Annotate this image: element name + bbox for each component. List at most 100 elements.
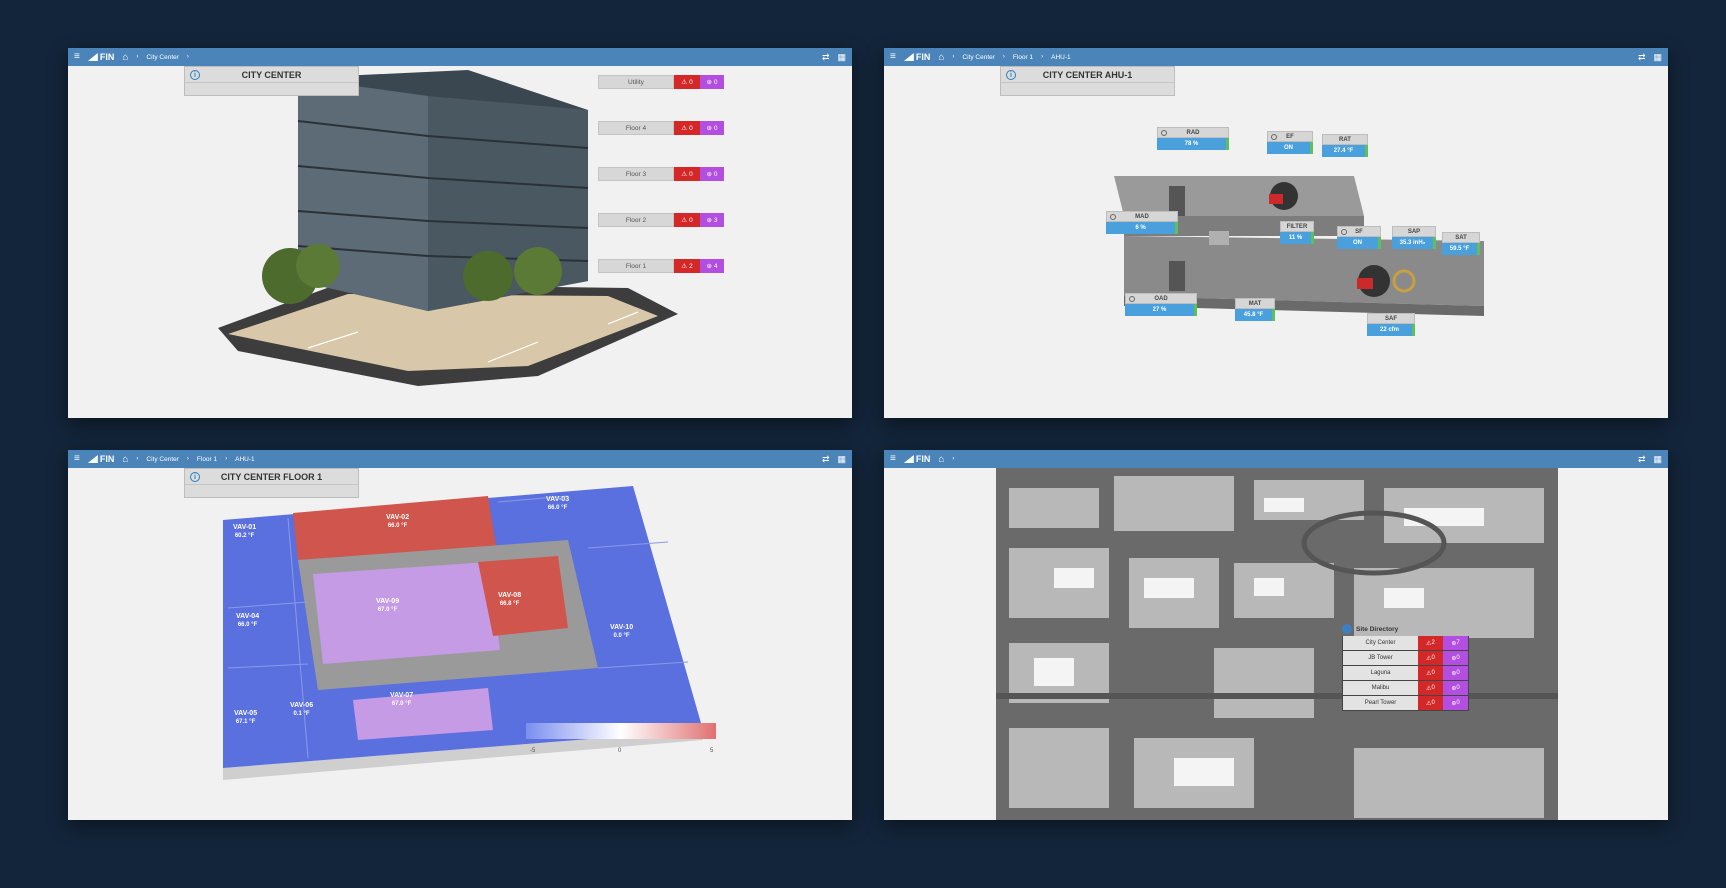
point-value[interactable]: 45.8 °F xyxy=(1235,309,1275,321)
event-badge[interactable]: ⊛ 3 xyxy=(700,213,724,227)
refresh-icon[interactable]: ⇄ xyxy=(1638,52,1646,63)
alarm-badge[interactable]: ⚠ 0 xyxy=(1418,681,1443,695)
site-name[interactable]: JB Tower xyxy=(1343,651,1418,665)
breadcrumb-floor-1[interactable]: Floor 1 xyxy=(1013,54,1033,61)
point-oad[interactable]: OAD 27 % xyxy=(1125,293,1197,316)
breadcrumb-city-center[interactable]: City Center xyxy=(146,456,179,463)
point-value[interactable]: 6 % xyxy=(1106,222,1178,234)
floor-row-utility[interactable]: Utility ⚠ 0 ⊛ 0 xyxy=(598,75,724,89)
point-sap[interactable]: SAP 35.3 inH₂ xyxy=(1392,226,1436,249)
site-name[interactable]: Laguna xyxy=(1343,666,1418,680)
menu-icon[interactable]: ≡ xyxy=(74,52,80,62)
refresh-icon[interactable]: ⇄ xyxy=(822,52,830,63)
alarm-badge[interactable]: ⚠ 0 xyxy=(1418,696,1443,710)
point-value[interactable]: 59.5 °F xyxy=(1442,243,1480,255)
point-sf[interactable]: SF ON xyxy=(1337,226,1381,249)
grid-icon[interactable]: ▦ xyxy=(837,454,846,465)
event-badge[interactable]: ⊛ 0 xyxy=(1443,651,1468,665)
fin-logo[interactable]: FIN xyxy=(903,454,930,464)
point-value[interactable]: 27 % xyxy=(1125,304,1197,316)
event-badge[interactable]: ⊛ 0 xyxy=(700,121,724,135)
event-badge[interactable]: ⊛ 0 xyxy=(700,75,724,89)
event-badge[interactable]: ⊛ 4 xyxy=(700,259,724,273)
point-value[interactable]: ON xyxy=(1267,142,1313,154)
alarm-badge[interactable]: ⚠ 0 xyxy=(674,75,700,89)
floor-row-floor-4[interactable]: Floor 4 ⚠ 0 ⊛ 0 xyxy=(598,121,724,135)
vav-03-zone[interactable]: VAV-03 66.0 °F xyxy=(546,496,569,512)
site-row-malibu[interactable]: Malibu ⚠ 0 ⊛ 0 xyxy=(1342,681,1469,696)
event-badge[interactable]: ⊛ 0 xyxy=(1443,696,1468,710)
floor-row-floor-2[interactable]: Floor 2 ⚠ 0 ⊛ 3 xyxy=(598,213,724,227)
event-badge[interactable]: ⊛ 0 xyxy=(1443,681,1468,695)
site-row-jb-tower[interactable]: JB Tower ⚠ 0 ⊛ 0 xyxy=(1342,651,1469,666)
info-icon[interactable]: i xyxy=(190,472,200,482)
city-map-3d[interactable] xyxy=(884,468,1668,820)
point-value[interactable]: 35.3 inH₂ xyxy=(1392,237,1436,249)
vav-09-zone[interactable]: VAV-09 67.0 °F xyxy=(376,598,399,614)
point-value[interactable]: 11 % xyxy=(1280,232,1314,244)
point-rat[interactable]: RAT 27.4 °F xyxy=(1322,134,1368,157)
event-badge[interactable]: ⊛ 0 xyxy=(700,167,724,181)
site-row-pearl-tower[interactable]: Pearl Tower ⚠ 0 ⊛ 0 xyxy=(1342,696,1469,711)
info-icon[interactable]: i xyxy=(190,70,200,80)
point-filter[interactable]: FILTER 11 % xyxy=(1280,221,1314,244)
point-sat[interactable]: SAT 59.5 °F xyxy=(1442,232,1480,255)
breadcrumb-ahu-1[interactable]: AHU-1 xyxy=(235,456,255,463)
menu-icon[interactable]: ≡ xyxy=(890,52,896,62)
site-row-city-center[interactable]: City Center ⚠ 2 ⊛ 7 xyxy=(1342,636,1469,651)
event-badge[interactable]: ⊛ 7 xyxy=(1443,636,1468,650)
info-icon[interactable]: i xyxy=(1006,70,1016,80)
breadcrumb-city-center[interactable]: City Center xyxy=(146,54,179,61)
site-name[interactable]: City Center xyxy=(1343,636,1418,650)
menu-icon[interactable]: ≡ xyxy=(890,454,896,464)
refresh-icon[interactable]: ⇄ xyxy=(822,454,830,465)
point-ef[interactable]: EF ON xyxy=(1267,131,1313,154)
fin-logo[interactable]: FIN xyxy=(87,52,114,62)
point-value[interactable]: ON xyxy=(1337,237,1381,249)
floor-row-floor-3[interactable]: Floor 3 ⚠ 0 ⊛ 0 xyxy=(598,167,724,181)
point-value[interactable]: 22 cfm xyxy=(1367,324,1415,336)
point-value[interactable]: 78 % xyxy=(1157,138,1229,150)
alarm-badge[interactable]: ⚠ 0 xyxy=(674,121,700,135)
vav-05-zone[interactable]: VAV-05 67.1 °F xyxy=(234,710,257,726)
home-icon[interactable]: ⌂ xyxy=(122,454,128,465)
alarm-badge[interactable]: ⚠ 0 xyxy=(674,213,700,227)
breadcrumb-ahu-1[interactable]: AHU-1 xyxy=(1051,54,1071,61)
point-rad[interactable]: RAD 78 % xyxy=(1157,127,1229,150)
site-name[interactable]: Malibu xyxy=(1343,681,1418,695)
alarm-badge[interactable]: ⚠ 0 xyxy=(1418,666,1443,680)
vav-10-zone[interactable]: VAV-10 0.0 °F xyxy=(610,624,633,640)
vav-07-zone[interactable]: VAV-07 67.0 °F xyxy=(390,692,413,708)
vav-08-zone[interactable]: VAV-08 66.8 °F xyxy=(498,592,521,608)
breadcrumb-floor-1[interactable]: Floor 1 xyxy=(197,456,217,463)
vav-04-zone[interactable]: VAV-04 66.0 °F xyxy=(236,613,259,629)
event-badge[interactable]: ⊛ 0 xyxy=(1443,666,1468,680)
chevron-right-icon: › xyxy=(1002,54,1005,60)
menu-icon[interactable]: ≡ xyxy=(74,454,80,464)
point-name: RAD xyxy=(1186,129,1200,136)
vav-02-zone[interactable]: VAV-02 66.0 °F xyxy=(386,514,409,530)
vav-06-zone[interactable]: VAV-06 0.1 °F xyxy=(290,702,313,718)
grid-icon[interactable]: ▦ xyxy=(837,52,846,63)
point-mad[interactable]: MAD 6 % xyxy=(1106,211,1178,234)
grid-icon[interactable]: ▦ xyxy=(1653,454,1662,465)
home-icon[interactable]: ⌂ xyxy=(938,454,944,465)
refresh-icon[interactable]: ⇄ xyxy=(1638,454,1646,465)
site-row-laguna[interactable]: Laguna ⚠ 0 ⊛ 0 xyxy=(1342,666,1469,681)
point-saf[interactable]: SAF 22 cfm xyxy=(1367,313,1415,336)
alarm-badge[interactable]: ⚠ 0 xyxy=(674,167,700,181)
home-icon[interactable]: ⌂ xyxy=(938,52,944,63)
point-value[interactable]: 27.4 °F xyxy=(1322,145,1368,157)
alarm-badge[interactable]: ⚠ 2 xyxy=(1418,636,1443,650)
grid-icon[interactable]: ▦ xyxy=(1653,52,1662,63)
point-mat[interactable]: MAT 45.8 °F xyxy=(1235,298,1275,321)
alarm-badge[interactable]: ⚠ 2 xyxy=(674,259,700,273)
vav-01-zone[interactable]: VAV-01 60.2 °F xyxy=(233,524,256,540)
home-icon[interactable]: ⌂ xyxy=(122,52,128,63)
fin-logo[interactable]: FIN xyxy=(87,454,114,464)
floor-row-floor-1[interactable]: Floor 1 ⚠ 2 ⊛ 4 xyxy=(598,259,724,273)
breadcrumb-city-center[interactable]: City Center xyxy=(962,54,995,61)
fin-logo[interactable]: FIN xyxy=(903,52,930,62)
site-name[interactable]: Pearl Tower xyxy=(1343,696,1418,710)
alarm-badge[interactable]: ⚠ 0 xyxy=(1418,651,1443,665)
